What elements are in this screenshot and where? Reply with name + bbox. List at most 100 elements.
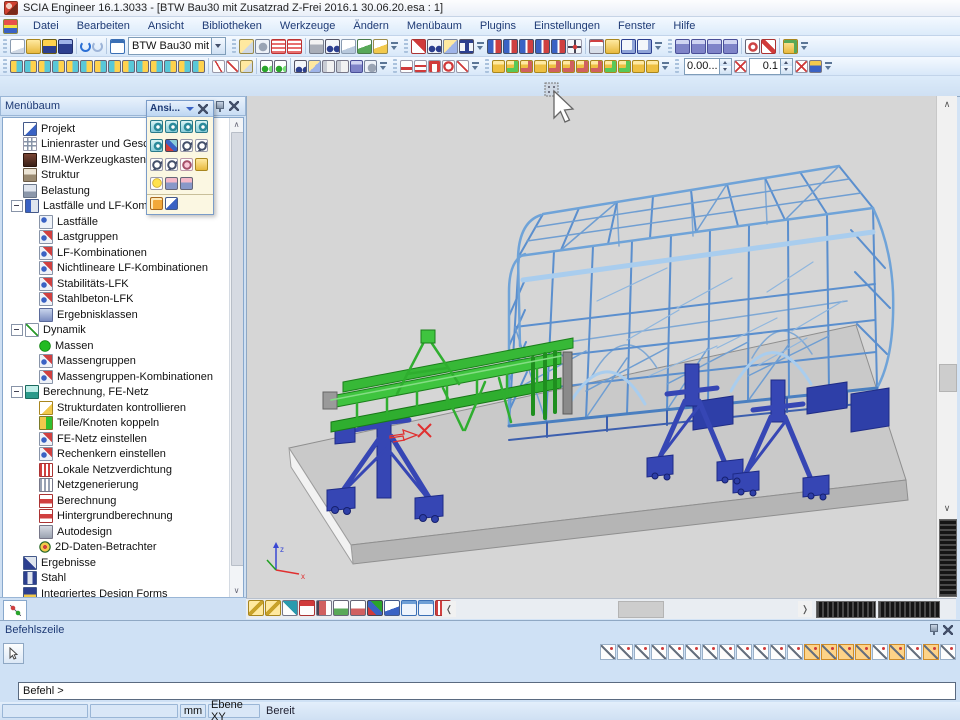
search-yellow-icon[interactable] bbox=[308, 60, 321, 73]
block-grid-icon[interactable] bbox=[534, 60, 547, 73]
scroll-left-icon[interactable]: ❬ bbox=[442, 601, 456, 617]
fast-drawing-off-icon[interactable] bbox=[637, 39, 652, 54]
snap-midpoint-icon[interactable] bbox=[821, 644, 837, 660]
redraw-view-icon[interactable] bbox=[745, 39, 760, 54]
block-green-2-icon[interactable] bbox=[618, 60, 631, 73]
tree-toggle[interactable] bbox=[27, 496, 37, 506]
new-project-icon[interactable] bbox=[10, 39, 25, 54]
tree-scrollbar[interactable]: ∧ ∨ bbox=[229, 118, 243, 597]
tree-toggle[interactable] bbox=[27, 263, 37, 273]
toolbar-grip[interactable] bbox=[675, 59, 679, 73]
column-view-2-icon[interactable] bbox=[364, 60, 377, 73]
toolbar-overflow-icon[interactable] bbox=[379, 59, 388, 73]
toolbar-overflow-icon[interactable] bbox=[800, 39, 809, 53]
show-load-labels-icon[interactable] bbox=[316, 600, 332, 616]
search-members-icon[interactable] bbox=[427, 39, 442, 54]
stretch-member-icon[interactable] bbox=[178, 60, 191, 73]
section-clip-2-icon[interactable] bbox=[265, 600, 281, 616]
tree-toggle[interactable] bbox=[27, 294, 37, 304]
toolbar-grip[interactable] bbox=[3, 59, 7, 73]
tree-toggle[interactable] bbox=[11, 200, 23, 212]
tree-item[interactable]: Berechnung bbox=[5, 493, 228, 509]
select-angle-icon[interactable] bbox=[226, 60, 239, 73]
image-capture-icon[interactable] bbox=[165, 177, 178, 190]
view-parameters-icon[interactable] bbox=[165, 197, 178, 210]
scroll-down-icon[interactable]: ∨ bbox=[230, 584, 243, 597]
zoom-all-icon[interactable] bbox=[165, 158, 178, 171]
tree-toggle[interactable] bbox=[11, 186, 21, 196]
print-icon[interactable] bbox=[309, 39, 324, 54]
rotate-left-icon[interactable] bbox=[180, 139, 193, 152]
block-purlin-icon[interactable] bbox=[562, 60, 575, 73]
toolbar-grip[interactable] bbox=[485, 59, 489, 73]
copy-attributes-icon[interactable] bbox=[239, 39, 254, 54]
snap-line-icon[interactable] bbox=[600, 644, 616, 660]
tree-toggle[interactable] bbox=[27, 449, 37, 459]
show-member-labels-icon[interactable] bbox=[350, 600, 366, 616]
view-ucs-icon[interactable] bbox=[150, 139, 163, 152]
clip-box-icon[interactable] bbox=[150, 197, 163, 210]
snap-point-icon[interactable] bbox=[668, 644, 684, 660]
tree-item[interactable]: Autodesign bbox=[5, 524, 228, 540]
tree-item[interactable]: Stahlbeton-LFK bbox=[5, 292, 228, 308]
tree-item[interactable]: Dynamik bbox=[5, 323, 228, 339]
visibility-points-2-icon[interactable] bbox=[274, 60, 287, 73]
show-axes-icon[interactable] bbox=[367, 600, 383, 616]
project-combobox[interactable]: BTW Bau30 mit Zu: bbox=[128, 37, 226, 55]
tree-toggle[interactable] bbox=[27, 511, 37, 521]
disconnect-members-icon[interactable] bbox=[108, 60, 121, 73]
tree-toggle[interactable] bbox=[11, 139, 21, 149]
tree-toggle[interactable] bbox=[11, 124, 21, 134]
rotate-right-icon[interactable] bbox=[195, 139, 208, 152]
snap-none-icon[interactable] bbox=[651, 644, 667, 660]
viewport-canvas[interactable]: z x bbox=[247, 96, 937, 598]
block-frame-icon[interactable] bbox=[520, 60, 533, 73]
block-h-frame-icon[interactable] bbox=[632, 60, 645, 73]
scale-spinner[interactable] bbox=[719, 59, 731, 74]
snap-tangent-icon[interactable] bbox=[855, 644, 871, 660]
close-icon[interactable] bbox=[943, 625, 953, 635]
block-green-icon[interactable] bbox=[604, 60, 617, 73]
snap-surface-icon[interactable] bbox=[702, 644, 718, 660]
block-arc-icon[interactable] bbox=[576, 60, 589, 73]
scroll-up-icon[interactable]: ∧ bbox=[230, 118, 243, 131]
menu-item[interactable]: Bibliotheken bbox=[193, 18, 271, 34]
window-tile-2-icon[interactable] bbox=[691, 39, 706, 54]
fast-drawing-on-icon[interactable] bbox=[621, 39, 636, 54]
menu-item[interactable]: Hilfe bbox=[664, 18, 704, 34]
block-truss-icon[interactable] bbox=[548, 60, 561, 73]
vscrollbar-thumb[interactable] bbox=[939, 364, 957, 392]
block-roof-icon[interactable] bbox=[646, 60, 659, 73]
view-save-icon[interactable] bbox=[195, 158, 208, 171]
tree-toggle[interactable] bbox=[11, 573, 21, 583]
table-input-icon[interactable] bbox=[271, 39, 286, 54]
brush-format-icon[interactable] bbox=[255, 39, 270, 54]
tree-item[interactable]: Teile/Knoten koppeln bbox=[5, 416, 228, 432]
tree-item[interactable]: Berechnung, FE-Netz bbox=[5, 385, 228, 401]
snap-perpendicular-icon[interactable] bbox=[872, 644, 888, 660]
paste-visible-icon[interactable] bbox=[336, 60, 349, 73]
draw-portal-icon[interactable] bbox=[428, 60, 441, 73]
tree-item[interactable]: Nichtlineare LF-Kombinationen bbox=[5, 261, 228, 277]
copy-visible-icon[interactable] bbox=[322, 60, 335, 73]
tree-item[interactable]: Massengruppen-Kombinationen bbox=[5, 369, 228, 385]
pin-icon[interactable] bbox=[928, 624, 939, 635]
load-scale-icon[interactable] bbox=[734, 60, 747, 73]
toolbar-overflow-icon[interactable] bbox=[476, 39, 485, 53]
zoom-wheel-horizontal-1[interactable] bbox=[816, 601, 876, 618]
view-window-2-icon[interactable] bbox=[418, 600, 434, 616]
menu-item[interactable]: Bearbeiten bbox=[68, 18, 139, 34]
open-project-icon[interactable] bbox=[26, 39, 41, 54]
step-value-field[interactable]: 0.1 bbox=[749, 58, 793, 75]
pin-icon[interactable] bbox=[214, 101, 225, 112]
image-gallery-icon[interactable] bbox=[180, 177, 193, 190]
snap-grid-icon[interactable] bbox=[753, 644, 769, 660]
tree-toggle[interactable] bbox=[27, 310, 37, 320]
tree-scrollbar-thumb[interactable] bbox=[231, 132, 244, 566]
tree-item[interactable]: Rechenkern einstellen bbox=[5, 447, 228, 463]
view-window-1-icon[interactable] bbox=[401, 600, 417, 616]
zoom-target-icon[interactable] bbox=[567, 39, 582, 54]
trim-member-icon[interactable] bbox=[150, 60, 163, 73]
show-loads-icon[interactable] bbox=[299, 600, 315, 616]
tree-item[interactable]: LF-Kombinationen bbox=[5, 245, 228, 261]
